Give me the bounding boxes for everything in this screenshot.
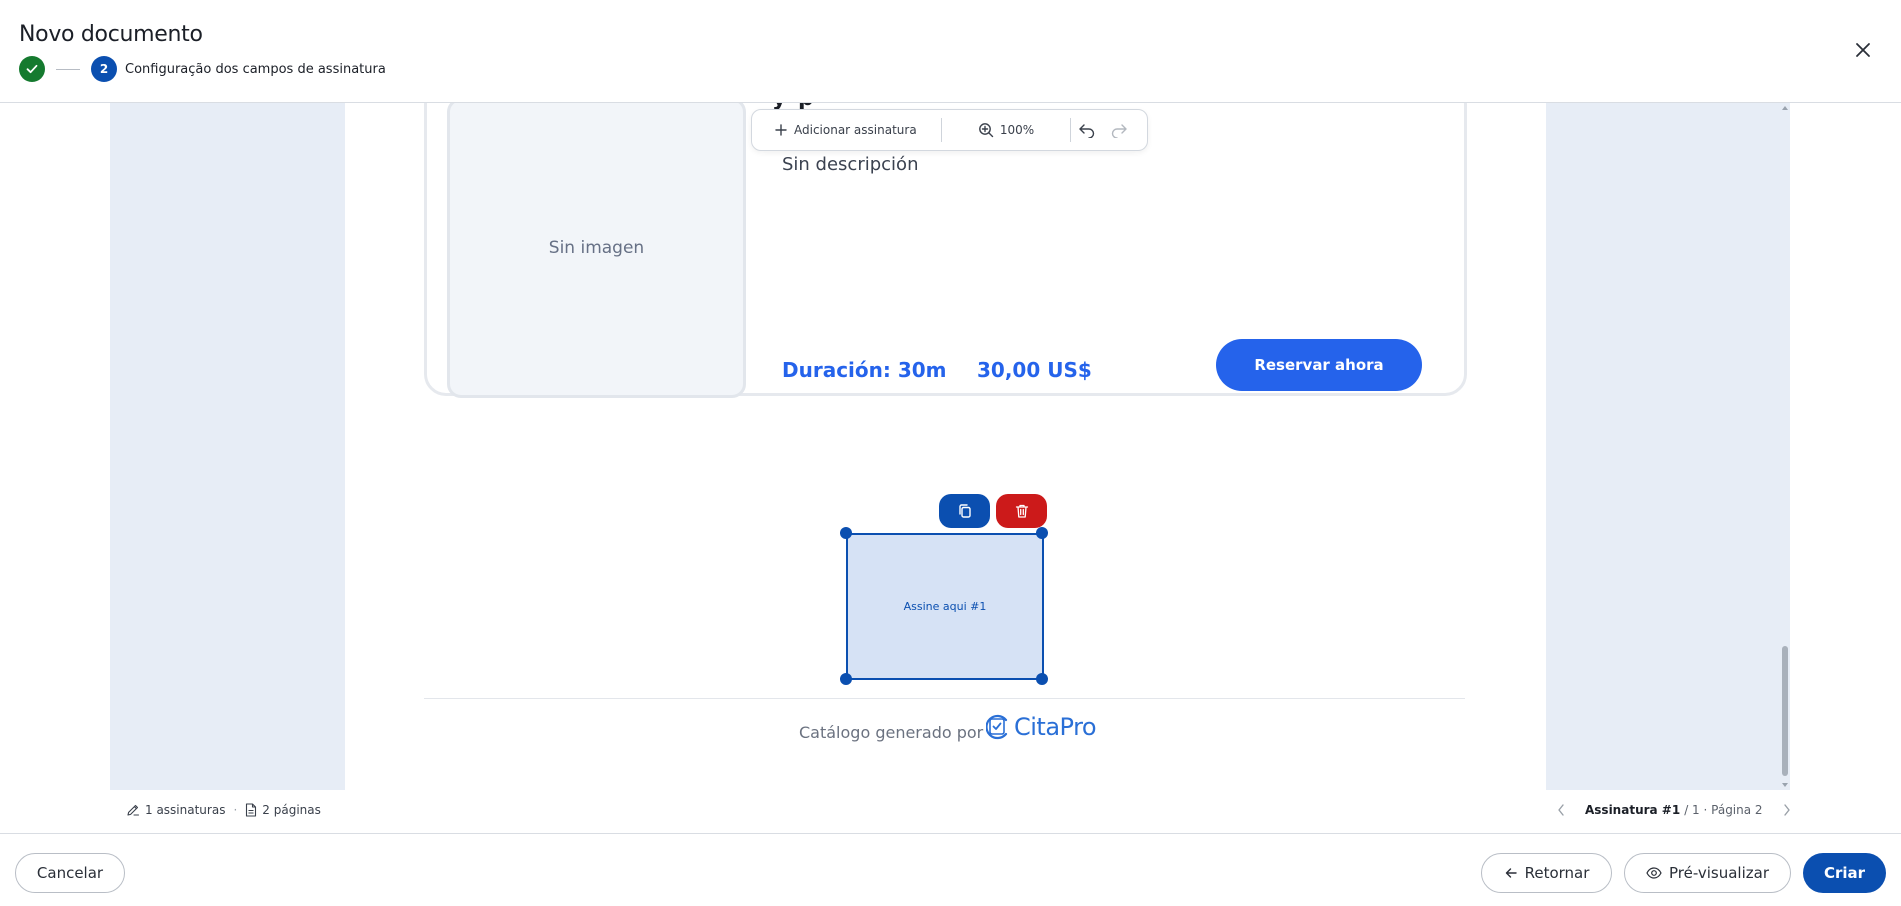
scroll-thumb[interactable] <box>1782 646 1788 776</box>
eye-icon <box>1646 866 1662 880</box>
calendar-check-icon <box>986 714 1008 740</box>
back-button[interactable]: Retornar <box>1481 853 1612 893</box>
step-connector <box>56 68 80 70</box>
signature-field-label: Assine aqui #1 <box>903 600 987 613</box>
chevron-right-icon <box>1783 804 1790 816</box>
create-button[interactable]: Criar <box>1803 853 1886 893</box>
signature-field-actions <box>939 494 1047 528</box>
new-document-dialog: Novo documento 2 Configuração dos campos… <box>0 0 1901 906</box>
card-description: Sin descripción <box>782 154 919 175</box>
preview-button-label: Pré-visualizar <box>1669 864 1769 882</box>
stepper: 2 Configuração dos campos de assinatura <box>19 56 386 82</box>
trash-icon <box>1015 504 1028 518</box>
document-summary: 1 assinaturas · 2 páginas <box>126 803 321 817</box>
resize-handle-bottom-left[interactable] <box>840 673 852 685</box>
step-current-number: 2 <box>91 56 117 82</box>
status-bar: 1 assinaturas · 2 páginas Assinatura #1 … <box>0 790 1901 834</box>
pen-icon <box>126 803 140 817</box>
brand-name: CitaPro <box>1014 713 1097 741</box>
duplicate-signature-button[interactable] <box>939 494 990 528</box>
image-placeholder: Sin imagen <box>447 103 746 398</box>
current-signature-name: Assinatura #1 <box>1585 803 1681 817</box>
dialog-header: Novo documento 2 Configuração dos campos… <box>0 0 1901 103</box>
cancel-button[interactable]: Cancelar <box>15 853 125 893</box>
card-duration: Duración: 30m <box>782 358 947 382</box>
zoom-in-icon <box>978 123 994 138</box>
plus-icon <box>775 124 787 136</box>
cancel-button-label: Cancelar <box>36 864 104 882</box>
zoom-control[interactable]: 100% <box>942 110 1070 150</box>
card-price: 30,00 US$ <box>977 358 1092 382</box>
scroll-down-arrow[interactable] <box>1782 783 1788 787</box>
current-signature-position: / 1 · Página 2 <box>1684 803 1763 817</box>
add-signature-button[interactable]: Adicionar assinatura <box>752 110 941 150</box>
reserve-button: Reservar ahora <box>1216 339 1422 391</box>
undo-icon <box>1079 124 1095 138</box>
signature-navigator: Assinatura #1 / 1 · Página 2 <box>1551 803 1797 817</box>
resize-handle-top-right[interactable] <box>1036 527 1048 539</box>
file-icon <box>245 803 257 817</box>
step-current-label: Configuração dos campos de assinatura <box>125 61 386 77</box>
back-button-label: Retornar <box>1524 864 1590 882</box>
status-separator: · <box>233 803 238 817</box>
close-icon <box>1856 43 1870 57</box>
delete-signature-button[interactable] <box>996 494 1047 528</box>
add-signature-label: Adicionar assinatura <box>794 123 917 137</box>
create-button-label: Criar <box>1823 864 1866 882</box>
copy-icon <box>958 504 971 518</box>
brand-logo: CitaPro <box>986 713 1097 741</box>
resize-handle-top-left[interactable] <box>840 527 852 539</box>
previous-signature-button[interactable] <box>1551 803 1571 817</box>
step-completed[interactable] <box>19 56 45 82</box>
undo-button[interactable] <box>1071 122 1103 138</box>
vertical-scrollbar[interactable] <box>1780 103 1790 790</box>
pages-count: 2 páginas <box>262 803 321 817</box>
redo-icon <box>1111 124 1127 138</box>
zoom-level: 100% <box>999 123 1035 137</box>
check-icon <box>26 64 38 74</box>
scroll-up-arrow[interactable] <box>1782 106 1788 110</box>
close-button[interactable] <box>1852 39 1874 61</box>
redo-button[interactable] <box>1103 122 1135 138</box>
signatures-count: 1 assinaturas <box>145 803 226 817</box>
arrow-left-icon <box>1504 866 1518 880</box>
preview-button[interactable]: Pré-visualizar <box>1624 853 1791 893</box>
document-viewport[interactable]: Sin imagen y p Sin descripción Duración:… <box>110 103 1790 790</box>
generated-by-text: Catálogo generado por <box>799 723 984 742</box>
chevron-left-icon <box>1558 804 1564 816</box>
signature-field[interactable]: Assine aqui #1 <box>846 533 1044 680</box>
page-footer-divider <box>424 698 1465 699</box>
dialog-footer: Cancelar Retornar Pré-visualizar Criar <box>0 834 1901 906</box>
editor-toolbar: Adicionar assinatura 100% <box>751 109 1148 151</box>
document-page: Sin imagen y p Sin descripción Duración:… <box>345 103 1546 790</box>
page-title: Novo documento <box>19 22 203 47</box>
resize-handle-bottom-right[interactable] <box>1036 673 1048 685</box>
next-signature-button[interactable] <box>1777 803 1797 817</box>
